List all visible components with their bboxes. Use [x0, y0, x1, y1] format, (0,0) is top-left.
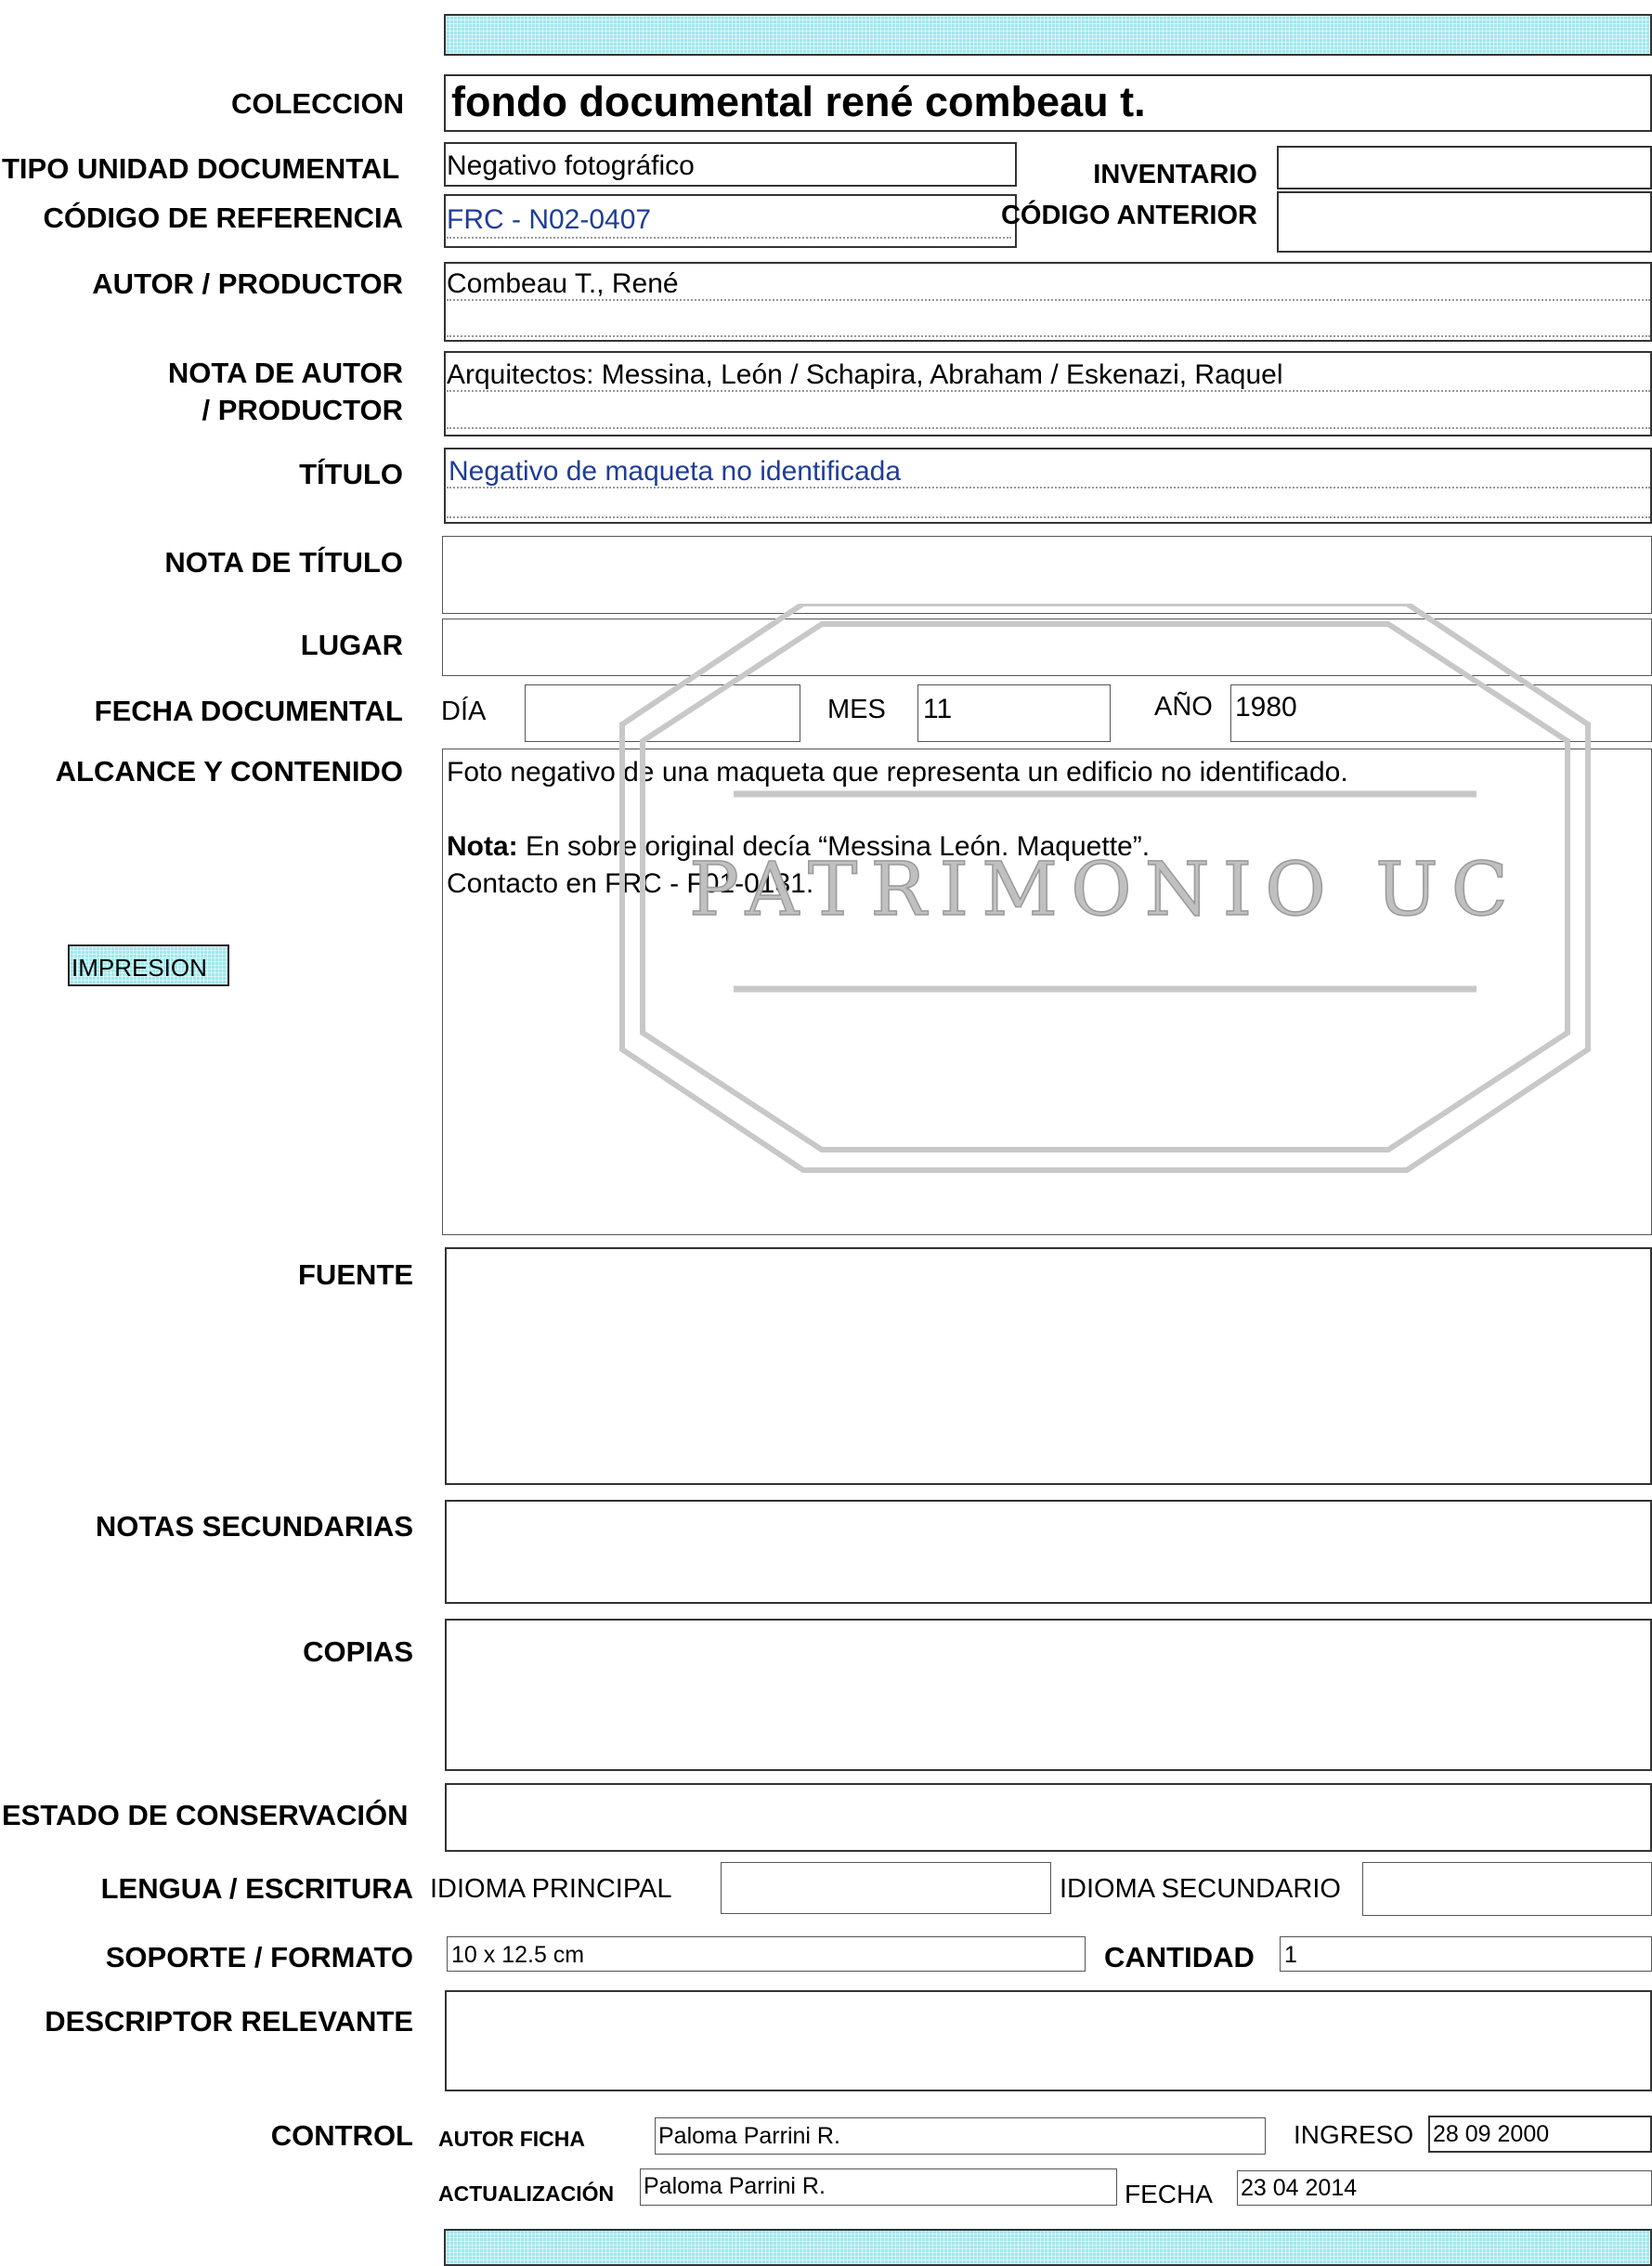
fecha-anio-label: AÑO — [1154, 692, 1213, 722]
cantidad-value: 1 — [1284, 1942, 1297, 1968]
coleccion-field[interactable]: fondo documental rené combeau t. — [444, 74, 1652, 132]
ingreso-label: INGRESO — [1294, 2120, 1414, 2149]
alcance-nota-text: En sobre original decía “Messina León. M… — [517, 831, 1151, 862]
nota-autor-label-line1: NOTA DE AUTOR — [167, 357, 403, 389]
nota-autor-value: Arquitectos: Messina, León / Schapira, A… — [447, 359, 1283, 390]
autor-label: AUTOR / PRODUCTOR — [92, 267, 403, 300]
nota-autor-dotted-line-2 — [447, 427, 1650, 429]
titulo-field[interactable]: Negativo de maqueta no identificada — [444, 448, 1652, 524]
lugar-field[interactable] — [442, 619, 1652, 676]
fecha-mes-value: 11 — [923, 694, 953, 724]
tipo-unidad-field[interactable]: Negativo fotográfico — [444, 142, 1017, 187]
top-header-band — [444, 14, 1652, 56]
alcance-nota-line: Nota: En sobre original decía “Messina L… — [447, 831, 1150, 863]
control-label: CONTROL — [270, 2119, 413, 2152]
titulo-value: Negativo de maqueta no identificada — [449, 456, 902, 487]
tipo-unidad-label: TIPO UNIDAD DOCUMENTAL — [2, 152, 400, 185]
copias-field[interactable] — [445, 1619, 1652, 1771]
autor-field[interactable]: Combeau T., René — [444, 262, 1652, 342]
codigo-anterior-label: CÓDIGO ANTERIOR — [1000, 201, 1257, 230]
nota-autor-field[interactable]: Arquitectos: Messina, León / Schapira, A… — [444, 351, 1652, 436]
cantidad-label: CANTIDAD — [1104, 1941, 1255, 1973]
fecha-control-label: FECHA — [1125, 2180, 1213, 2208]
ingreso-value: 28 09 2000 — [1433, 2121, 1550, 2147]
titulo-dotted-line-1 — [447, 487, 1650, 488]
soporte-field[interactable]: 10 x 12.5 cm — [447, 1936, 1086, 1972]
idioma-secundario-label: IDIOMA SECUNDARIO — [1060, 1874, 1341, 1904]
descriptor-field[interactable] — [445, 1990, 1652, 2091]
nota-autor-label-line2: / PRODUCTOR — [202, 394, 403, 426]
fecha-control-value: 23 04 2014 — [1241, 2175, 1358, 2201]
autor-ficha-field[interactable]: Paloma Parrini R. — [655, 2117, 1266, 2155]
nota-titulo-label: NOTA DE TÍTULO — [164, 546, 403, 579]
notas-secundarias-field[interactable] — [445, 1500, 1652, 1604]
codigo-referencia-field[interactable]: FRC - N02-0407 — [444, 194, 1017, 248]
idioma-principal-field[interactable] — [721, 1862, 1051, 1914]
actualizacion-value: Paloma Parrini R. — [644, 2173, 826, 2199]
codigo-referencia-label: CÓDIGO DE REFERENCIA — [43, 202, 403, 234]
alcance-field[interactable]: Foto negativo de una maqueta que represe… — [442, 749, 1652, 1235]
titulo-label: TÍTULO — [299, 458, 403, 490]
alcance-line-3: Contacto en FRC - F01-0131. — [447, 868, 814, 899]
nota-autor-dotted-line-1 — [447, 390, 1650, 392]
estado-field[interactable] — [445, 1783, 1652, 1852]
cantidad-field[interactable]: 1 — [1280, 1936, 1652, 1972]
titulo-dotted-line-2 — [447, 516, 1650, 518]
fuente-label: FUENTE — [298, 1258, 413, 1291]
autor-ficha-value: Paloma Parrini R. — [658, 2123, 840, 2149]
nota-titulo-field[interactable] — [442, 536, 1652, 614]
estado-label: ESTADO DE CONSERVACIÓN — [2, 1799, 409, 1831]
copias-label: COPIAS — [303, 1635, 413, 1668]
autor-dotted-line-2 — [447, 335, 1650, 337]
autor-value: Combeau T., René — [447, 268, 679, 299]
fecha-mes-field[interactable]: 11 — [917, 684, 1111, 742]
idioma-secundario-field[interactable] — [1362, 1862, 1652, 1916]
coleccion-value: fondo documental rené combeau t. — [451, 78, 1146, 125]
fecha-anio-field[interactable]: 1980 — [1230, 684, 1652, 742]
fecha-dia-field[interactable] — [525, 684, 800, 742]
fecha-mes-label: MES — [827, 695, 886, 724]
bottom-footer-band — [444, 2229, 1652, 2266]
actualizacion-field[interactable]: Paloma Parrini R. — [640, 2168, 1117, 2206]
coleccion-label: COLECCION — [231, 87, 404, 120]
codigo-anterior-field[interactable] — [1277, 191, 1652, 253]
descriptor-label: DESCRIPTOR RELEVANTE — [45, 2005, 413, 2038]
notas-secundarias-label: NOTAS SECUNDARIAS — [95, 1510, 413, 1543]
alcance-nota-bold: Nota: — [447, 831, 518, 862]
lengua-label: LENGUA / ESCRITURA — [100, 1872, 413, 1905]
soporte-value: 10 x 12.5 cm — [451, 1942, 585, 1968]
impresion-button-label: IMPRESION — [72, 954, 207, 982]
idioma-principal-label: IDIOMA PRINCIPAL — [430, 1874, 672, 1904]
autor-ficha-label: AUTOR FICHA — [438, 2127, 586, 2151]
tipo-unidad-value: Negativo fotográfico — [447, 150, 695, 181]
codigo-referencia-dotted-line — [447, 237, 1011, 239]
fecha-label: FECHA DOCUMENTAL — [94, 695, 403, 727]
autor-dotted-line-1 — [447, 299, 1650, 301]
fecha-control-field[interactable]: 23 04 2014 — [1237, 2170, 1652, 2206]
impresion-button[interactable]: IMPRESION — [68, 944, 229, 986]
fecha-anio-value: 1980 — [1235, 692, 1297, 723]
lugar-label: LUGAR — [300, 629, 403, 661]
codigo-referencia-value: FRC - N02-0407 — [447, 204, 652, 235]
ingreso-field[interactable]: 28 09 2000 — [1428, 2116, 1652, 2153]
alcance-line-1: Foto negativo de una maqueta que represe… — [447, 757, 1348, 788]
inventario-field[interactable] — [1277, 146, 1652, 189]
soporte-label: SOPORTE / FORMATO — [105, 1941, 413, 1973]
alcance-label: ALCANCE Y CONTENIDO — [55, 755, 403, 788]
fecha-dia-label: DÍA — [441, 697, 487, 726]
fuente-field[interactable] — [445, 1247, 1652, 1485]
actualizacion-label: ACTUALIZACIÓN — [438, 2181, 615, 2206]
inventario-label: INVENTARIO — [1093, 160, 1257, 189]
